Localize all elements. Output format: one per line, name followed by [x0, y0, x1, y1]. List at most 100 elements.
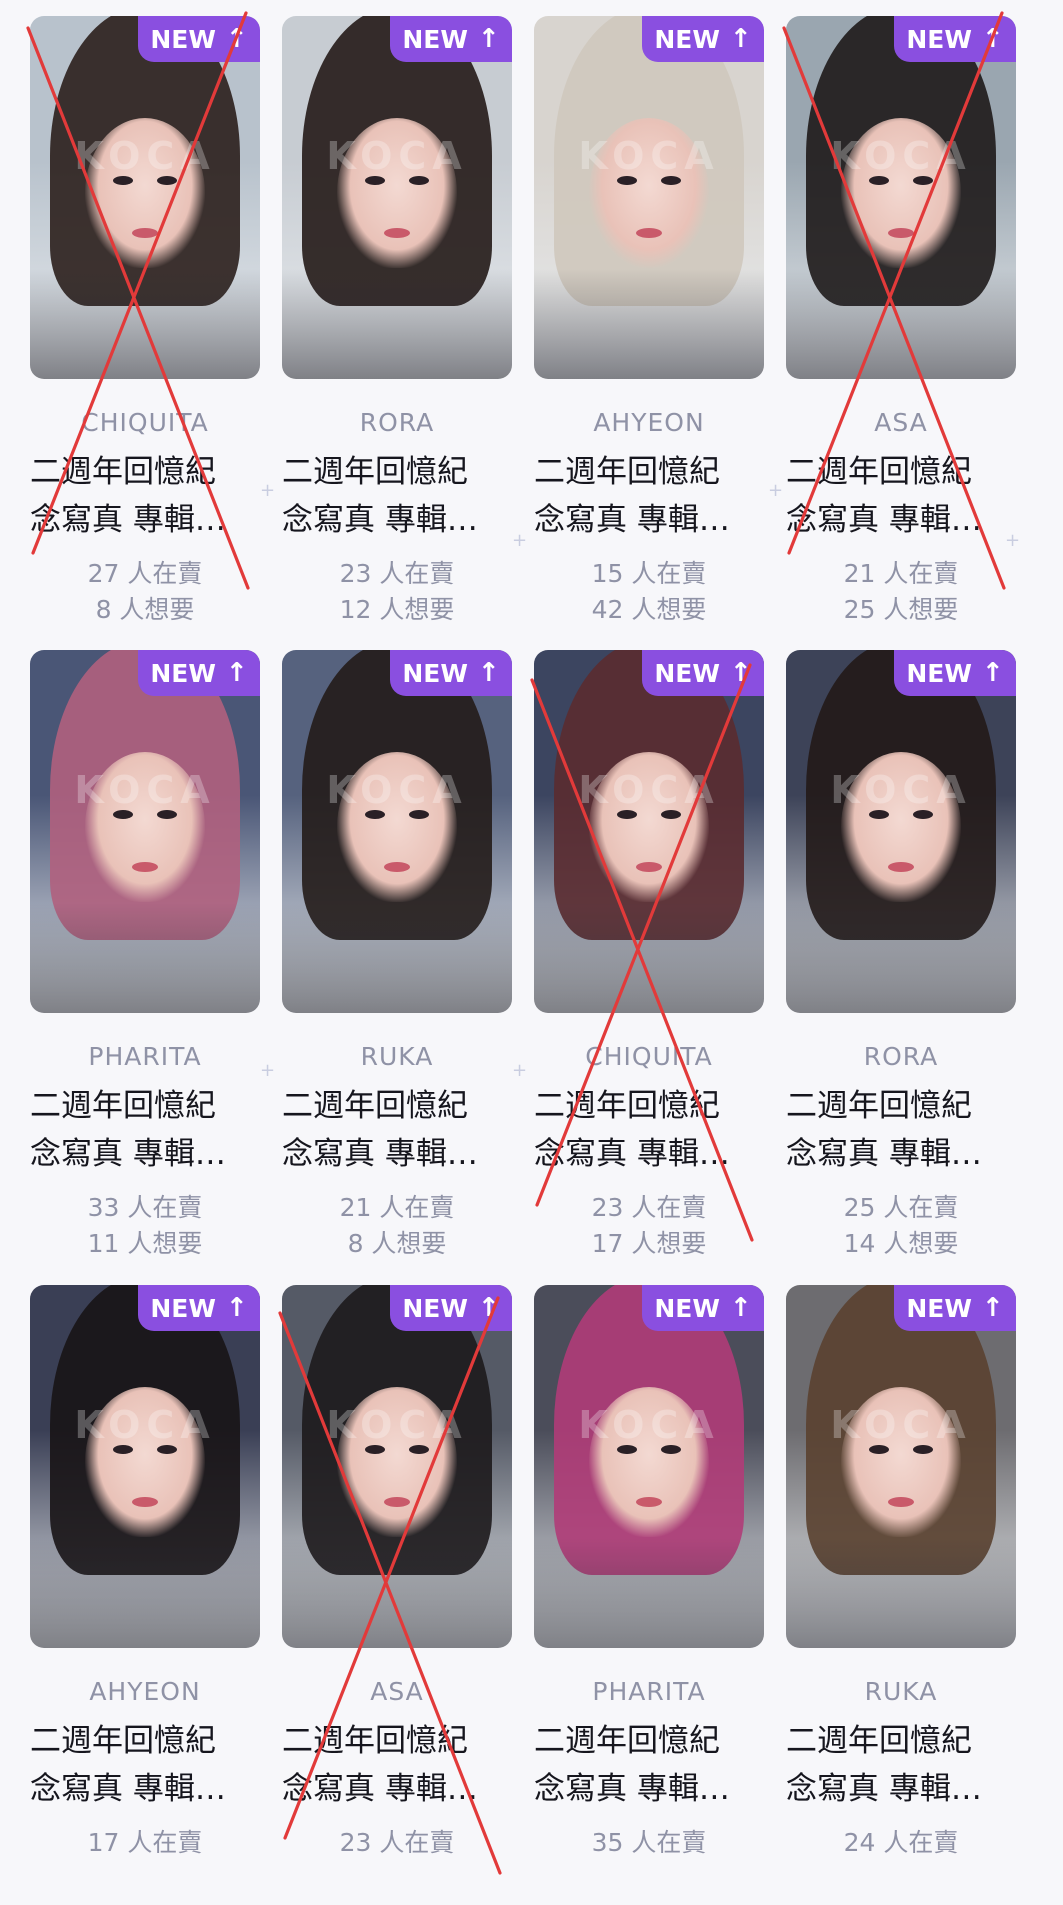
arrow-up-icon: ↑ — [729, 1293, 752, 1323]
new-badge: NEW ↑ — [642, 1285, 764, 1331]
new-badge-label: NEW — [402, 1293, 468, 1323]
selling-count: 25 人在賣 — [843, 1193, 959, 1222]
photocard-image[interactable]: KOCA NEW ↑ — [534, 1285, 764, 1648]
new-badge: NEW ↑ — [390, 16, 512, 62]
arrow-up-icon: ↑ — [981, 24, 1004, 54]
member-name: PHARITA — [592, 1677, 706, 1706]
card-title[interactable]: 二週年回憶紀 念寫真 專輯… — [282, 1082, 514, 1178]
photocard-item[interactable]: KOCA NEW ↑ CHIQUITA 二週年回憶紀 念寫真 專輯… 27 人在… — [26, 11, 262, 636]
new-badge: NEW ↑ — [642, 650, 764, 696]
sparkle-icon: + — [768, 480, 784, 501]
card-title[interactable]: 二週年回憶紀 念寫真 專輯… — [534, 1082, 766, 1178]
wanted-count: 25 人想要 — [843, 595, 959, 624]
photocard-image[interactable]: KOCA NEW ↑ — [282, 16, 512, 379]
photocard-image[interactable]: KOCA NEW ↑ — [786, 650, 1016, 1013]
card-title-line1: 二週年回憶紀 — [534, 1723, 720, 1759]
card-title[interactable]: 二週年回憶紀 念寫真 專輯… — [282, 1717, 514, 1813]
watermark-text: KOCA — [830, 134, 972, 178]
photocard-image[interactable]: KOCA NEW ↑ — [786, 1285, 1016, 1648]
wanted-count: 42 人想要 — [591, 595, 707, 624]
member-name: RORA — [359, 408, 435, 437]
watermark-text: KOCA — [326, 768, 468, 812]
photocard-image[interactable]: KOCA NEW ↑ — [30, 16, 260, 379]
new-badge: NEW ↑ — [894, 650, 1016, 696]
card-title-line1: 二週年回憶紀 — [534, 1088, 720, 1124]
photocard-item[interactable]: KOCA NEW ↑ PHARITA 二週年回憶紀 念寫真 專輯… 35 人在賣 — [534, 1285, 764, 1905]
card-title[interactable]: 二週年回憶紀 念寫真 專輯… — [534, 1717, 766, 1813]
new-badge-label: NEW — [906, 658, 972, 688]
arrow-up-icon: ↑ — [225, 24, 248, 54]
photocard-item[interactable]: KOCA NEW ↑ ASA 二週年回憶紀 念寫真 專輯… 21 人在賣 25 … — [782, 11, 1018, 636]
card-title-line2: 念寫真 專輯… — [30, 1136, 226, 1172]
member-name: RUKA — [360, 1042, 434, 1071]
card-title-line2: 念寫真 專輯… — [786, 502, 982, 538]
photocard-image[interactable]: KOCA NEW ↑ — [786, 16, 1016, 379]
photocard-item[interactable]: KOCA NEW ↑ AHYEON 二週年回憶紀 念寫真 專輯… 17 人在賣 — [30, 1285, 260, 1905]
photocard-item[interactable]: KOCA NEW ↑ AHYEON 二週年回憶紀 念寫真 專輯… 15 人在賣 … — [534, 16, 764, 636]
photocard-item[interactable]: KOCA NEW ↑ RORA 二週年回憶紀 念寫真 專輯… 25 人在賣 14… — [786, 650, 1016, 1270]
wanted-count: 14 人想要 — [843, 1229, 959, 1258]
photocard-image[interactable]: KOCA NEW ↑ — [282, 1285, 512, 1648]
new-badge: NEW ↑ — [894, 1285, 1016, 1331]
card-title-line2: 念寫真 專輯… — [534, 1771, 730, 1807]
new-badge: NEW ↑ — [390, 1285, 512, 1331]
photocard-image[interactable]: KOCA NEW ↑ — [534, 650, 764, 1013]
photocard-item[interactable]: KOCA NEW ↑ CHIQUITA 二週年回憶紀 念寫真 專輯… 23 人在… — [530, 650, 766, 1270]
photocard-image[interactable]: KOCA NEW ↑ — [30, 1285, 260, 1648]
arrow-up-icon: ↑ — [477, 1293, 500, 1323]
watermark-text: KOCA — [578, 1403, 720, 1447]
card-title-line2: 念寫真 專輯… — [282, 1771, 478, 1807]
card-title-line2: 念寫真 專輯… — [786, 1771, 982, 1807]
card-title-line1: 二週年回憶紀 — [786, 1088, 972, 1124]
new-badge-label: NEW — [150, 24, 216, 54]
selling-count: 17 人在賣 — [87, 1828, 203, 1857]
photocard-item[interactable]: KOCA NEW ↑ PHARITA 二週年回憶紀 念寫真 專輯… 33 人在賣… — [30, 650, 260, 1270]
arrow-up-icon: ↑ — [981, 1293, 1004, 1323]
member-name: CHIQUITA — [81, 408, 209, 437]
card-title[interactable]: 二週年回憶紀 念寫真 專輯… — [534, 448, 766, 544]
card-title[interactable]: 二週年回憶紀 念寫真 專輯… — [282, 448, 514, 544]
photocard-item[interactable]: KOCA NEW ↑ RORA 二週年回憶紀 念寫真 專輯… 23 人在賣 12… — [282, 16, 512, 636]
member-name: AHYEON — [593, 408, 705, 437]
card-title[interactable]: 二週年回憶紀 念寫真 專輯… — [786, 1082, 1018, 1178]
new-badge: NEW ↑ — [138, 16, 260, 62]
watermark-text: KOCA — [830, 768, 972, 812]
photocard-item[interactable]: KOCA NEW ↑ RUKA 二週年回憶紀 念寫真 專輯… 21 人在賣 8 … — [282, 650, 512, 1270]
card-title[interactable]: 二週年回憶紀 念寫真 專輯… — [30, 448, 262, 544]
photocard-item[interactable]: KOCA NEW ↑ RUKA 二週年回憶紀 念寫真 專輯… 24 人在賣 — [786, 1285, 1016, 1905]
card-title-line2: 念寫真 專輯… — [534, 502, 730, 538]
card-title-line1: 二週年回憶紀 — [282, 1088, 468, 1124]
member-name: CHIQUITA — [585, 1042, 713, 1071]
sparkle-icon: + — [512, 530, 528, 551]
photocard-image[interactable]: KOCA NEW ↑ — [282, 650, 512, 1013]
photocard-image[interactable]: KOCA NEW ↑ — [30, 650, 260, 1013]
wanted-count: 8 人想要 — [95, 595, 195, 624]
photocard-item[interactable]: KOCA NEW ↑ ASA 二週年回憶紀 念寫真 專輯… 23 人在賣 — [278, 1285, 514, 1905]
new-badge-label: NEW — [906, 1293, 972, 1323]
card-title[interactable]: 二週年回憶紀 念寫真 專輯… — [786, 1717, 1018, 1813]
card-title-line1: 二週年回憶紀 — [30, 1723, 216, 1759]
photocard-image[interactable]: KOCA NEW ↑ — [534, 16, 764, 379]
watermark-text: KOCA — [830, 1403, 972, 1447]
card-title-line1: 二週年回憶紀 — [534, 454, 720, 490]
card-title[interactable]: 二週年回憶紀 念寫真 專輯… — [30, 1717, 262, 1813]
card-title-line2: 念寫真 專輯… — [282, 502, 478, 538]
sparkle-icon: + — [260, 480, 276, 501]
wanted-count: 8 人想要 — [347, 1229, 447, 1258]
new-badge: NEW ↑ — [138, 1285, 260, 1331]
watermark-text: KOCA — [74, 134, 216, 178]
card-title-line2: 念寫真 專輯… — [282, 1136, 478, 1172]
card-title[interactable]: 二週年回憶紀 念寫真 專輯… — [786, 448, 1018, 544]
sparkle-icon: + — [260, 1060, 276, 1081]
arrow-up-icon: ↑ — [981, 658, 1004, 688]
card-title-line2: 念寫真 專輯… — [30, 502, 226, 538]
member-name: PHARITA — [88, 1042, 202, 1071]
new-badge: NEW ↑ — [642, 16, 764, 62]
card-title-line1: 二週年回憶紀 — [786, 1723, 972, 1759]
member-name: AHYEON — [89, 1677, 201, 1706]
card-title[interactable]: 二週年回憶紀 念寫真 專輯… — [30, 1082, 262, 1178]
selling-count: 33 人在賣 — [87, 1193, 203, 1222]
card-title-line1: 二週年回憶紀 — [282, 454, 468, 490]
new-badge-label: NEW — [654, 24, 720, 54]
new-badge-label: NEW — [906, 24, 972, 54]
